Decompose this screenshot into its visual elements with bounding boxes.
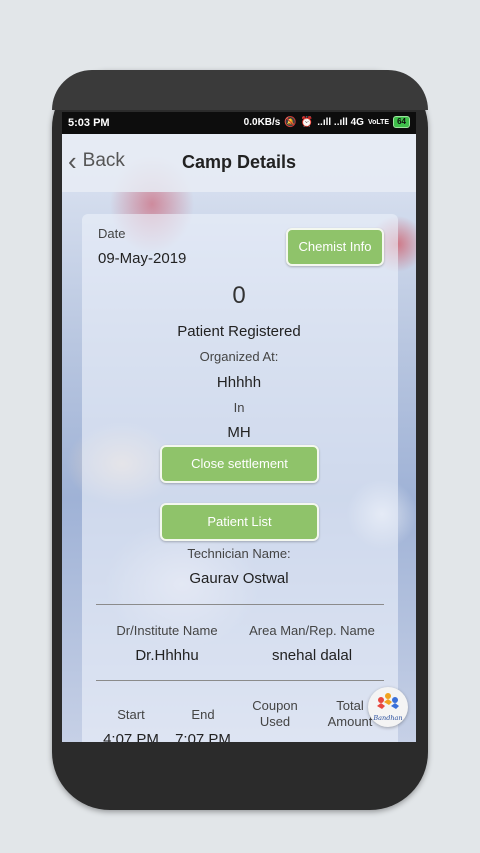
technician-value: Gaurav Ostwal <box>189 570 289 587</box>
bandhan-text: Bandhan <box>372 714 402 722</box>
organized-at-label: Organized At: <box>199 349 279 364</box>
bandhan-logo-icon: Bandhan <box>372 693 403 722</box>
patient-registered-label: Patient Registered <box>177 323 301 340</box>
alarm-icon: ⏰ <box>300 116 314 128</box>
bandhan-logo-button[interactable]: Bandhan <box>368 687 408 727</box>
end-label: End <box>191 707 215 722</box>
divider-2 <box>96 680 384 681</box>
chemist-info-button[interactable]: Chemist Info <box>286 228 384 266</box>
status-time: 5:03 PM <box>68 117 110 129</box>
close-settlement-button[interactable]: Close settlement <box>160 445 319 483</box>
net-speed: 0.0KB/s <box>243 116 281 128</box>
signal-text: ..ıll ..ıll 4G <box>317 116 364 128</box>
divider-1 <box>96 604 384 605</box>
app-screen: 5:03 PM 0.0KB/s 🔕 ⏰ ..ıll ..ıll 4G VoLTE… <box>62 112 416 742</box>
state-value: MH <box>227 424 251 441</box>
patient-count: 0 <box>232 282 246 309</box>
date-label: Date <box>98 226 126 241</box>
dr-institute-label: Dr/Institute Name <box>116 623 218 638</box>
technician-label: Technician Name: <box>187 546 291 561</box>
patient-list-button[interactable]: Patient List <box>160 503 319 541</box>
dr-institute-value: Dr.Hhhhu <box>135 647 199 664</box>
status-icons: 0.0KB/s 🔕 ⏰ ..ıll ..ıll 4G VoLTE 64 <box>244 116 410 128</box>
in-label: In <box>233 400 245 415</box>
organized-at-value: Hhhhh <box>216 374 262 391</box>
start-value: 4:07 PM <box>103 731 159 742</box>
page-title: Camp Details <box>181 152 297 172</box>
area-manager-label: Area Man/Rep. Name <box>249 623 375 638</box>
status-bar: 5:03 PM 0.0KB/s 🔕 ⏰ ..ıll ..ıll 4G VoLTE… <box>62 112 416 134</box>
coupon-used-label: Coupon Used <box>252 698 298 729</box>
area-manager-value: snehal dalal <box>271 647 353 664</box>
date-value: 09-May-2019 <box>98 250 187 267</box>
end-value: 7:07 PM <box>175 731 231 742</box>
start-label: Start <box>117 707 145 722</box>
phone-top <box>52 70 428 110</box>
battery-icon: 64 <box>393 116 410 128</box>
volte-label: VoLTE <box>367 118 390 126</box>
app-bar: ‹ Back Camp Details <box>62 134 416 192</box>
mute-icon: 🔕 <box>284 116 297 128</box>
